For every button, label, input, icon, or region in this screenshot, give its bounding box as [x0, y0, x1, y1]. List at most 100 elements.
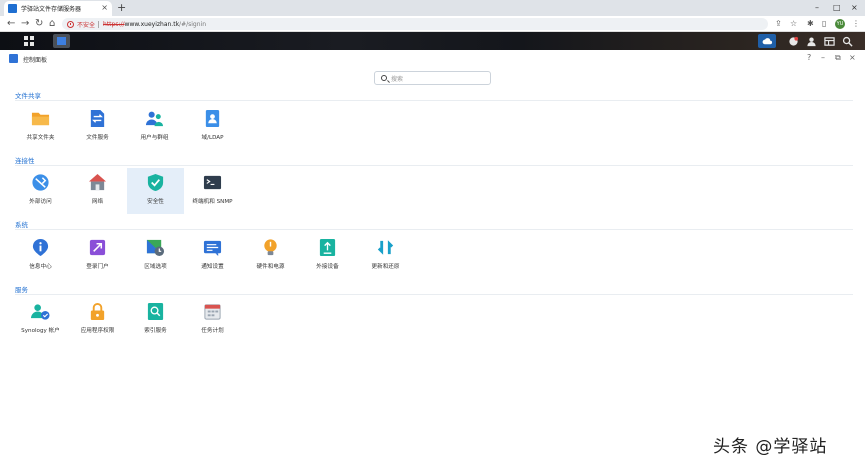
search-input[interactable]: 搜索 [374, 71, 491, 85]
url-divider [98, 20, 100, 28]
menu-icon[interactable]: ⋮ [852, 18, 860, 30]
task-scheduler-icon [204, 304, 221, 320]
maximize-button[interactable]: ⧉ [835, 53, 841, 63]
item-external-devices[interactable]: 外接设备 [299, 233, 356, 279]
item-label: 网络 [91, 199, 104, 205]
hardware-icon [264, 239, 277, 256]
forward-icon[interactable]: → [21, 17, 29, 31]
item-label: 域/LDAP [201, 135, 224, 141]
notification-chat-icon[interactable] [784, 34, 802, 48]
item-label: 文件服务 [86, 135, 109, 141]
item-security[interactable]: 安全性 [127, 168, 184, 214]
search-icon [381, 75, 387, 81]
search-icon[interactable] [838, 34, 856, 48]
item-label: 硬件和电源 [256, 264, 285, 270]
url-host: www.xueyizhan.tk [124, 20, 180, 28]
update-icon [377, 240, 394, 255]
item-notification[interactable]: 通知设置 [184, 233, 241, 279]
item-network[interactable]: 网络 [69, 168, 126, 214]
user-icon[interactable] [802, 34, 820, 48]
insecure-label: 不安全 [77, 21, 96, 29]
window-maximize-button[interactable]: □ [833, 1, 841, 14]
item-label: 外接设备 [316, 264, 339, 270]
folder-icon [31, 112, 50, 126]
dsm-taskbar [0, 32, 865, 50]
item-indexing-service[interactable]: 索引服务 [127, 297, 184, 343]
back-icon[interactable]: ← [7, 17, 15, 31]
item-external-access[interactable]: 外部访问 [12, 168, 69, 214]
extensions-icon[interactable]: ✱ [807, 18, 814, 30]
item-label: 区域选项 [144, 264, 167, 270]
section-title-connectivity: 连接性 [15, 157, 35, 165]
url-path: /#/signin [179, 20, 206, 28]
home-icon[interactable]: ⌂ [49, 17, 55, 31]
item-terminal-snmp[interactable]: 终端机和 SNMP [184, 168, 241, 214]
item-synology-account[interactable]: Synology 帐户 [12, 297, 69, 343]
item-label: Synology 帐户 [21, 328, 60, 334]
section-divider [15, 294, 853, 295]
section-title-services: 服务 [15, 286, 28, 294]
minimize-button[interactable]: – [821, 53, 825, 63]
notification-icon [203, 240, 222, 257]
item-regional-options[interactable]: 区域选项 [127, 233, 184, 279]
url-scheme: https:// [103, 20, 125, 28]
profile-avatar[interactable]: YU [835, 19, 845, 29]
favicon-icon [8, 4, 17, 13]
window-title: 控制面板 [23, 57, 48, 64]
side-panel-icon[interactable]: ▯ [822, 18, 826, 30]
control-panel-window: 控制面板 ? – ⧉ × 搜索 文件共享 共享文件夹 文件服务 用户与群组 域/… [0, 50, 865, 466]
external-device-icon [319, 238, 336, 257]
item-label: 外部访问 [29, 199, 52, 205]
regional-icon [146, 239, 165, 257]
warning-icon [67, 20, 74, 28]
login-portal-icon [89, 239, 106, 256]
url-field[interactable]: 不安全 https:// www.xueyizhan.tk /#/signin [62, 18, 768, 30]
item-app-privileges[interactable]: 应用程序权限 [69, 297, 126, 343]
network-icon [88, 173, 107, 191]
section-divider [15, 229, 853, 230]
item-login-portal[interactable]: 登录门户 [69, 233, 126, 279]
main-menu-icon[interactable] [24, 36, 34, 46]
widgets-icon[interactable] [820, 34, 838, 48]
close-button[interactable]: × [849, 53, 856, 63]
terminal-icon [203, 175, 222, 190]
item-label: 更新和还原 [371, 264, 400, 270]
section-divider [15, 165, 853, 166]
window-minimize-button[interactable]: – [815, 1, 819, 14]
item-file-services[interactable]: 文件服务 [69, 104, 126, 150]
section-divider [15, 100, 853, 101]
search-placeholder: 搜索 [391, 75, 404, 83]
ldap-icon [205, 109, 220, 128]
users-icon [145, 111, 164, 127]
file-services-icon [90, 109, 105, 128]
tab-title: 学驿站文件存储服务器 [21, 6, 82, 13]
item-info-center[interactable]: 信息中心 [12, 233, 69, 279]
item-shared-folder[interactable]: 共享文件夹 [12, 104, 69, 150]
item-hardware-power[interactable]: 硬件和电源 [242, 233, 299, 279]
bookmark-star-icon[interactable]: ☆ [790, 18, 797, 30]
new-tab-button[interactable]: + [117, 1, 126, 14]
item-label: 信息中心 [29, 264, 52, 270]
item-update-restore[interactable]: 更新和还原 [357, 233, 414, 279]
window-close-button[interactable]: × [851, 1, 858, 14]
browser-tab[interactable]: 学驿站文件存储服务器 × [4, 1, 112, 16]
watermark: 头条 @学驿站 [713, 437, 828, 457]
synology-account-icon [31, 304, 50, 320]
address-bar: ← → ↻ ⌂ 不安全 https:// www.xueyizhan.tk /#… [0, 16, 865, 32]
control-panel-icon [9, 54, 18, 63]
backup-cloud-icon[interactable] [758, 34, 776, 48]
item-label: 安全性 [147, 199, 164, 205]
item-users-groups[interactable]: 用户与群组 [126, 104, 183, 150]
section-title-file-sharing: 文件共享 [15, 92, 41, 100]
control-panel-taskbar-icon[interactable] [53, 34, 70, 48]
item-domain-ldap[interactable]: 域/LDAP [184, 104, 241, 150]
reload-icon[interactable]: ↻ [35, 17, 43, 31]
item-label: 通知设置 [201, 264, 224, 270]
share-icon[interactable]: ⇪ [775, 18, 782, 30]
item-task-scheduler[interactable]: 任务计划 [184, 297, 241, 343]
item-label: 用户与群组 [140, 135, 169, 141]
help-button[interactable]: ? [807, 53, 811, 63]
item-label: 登录门户 [86, 264, 109, 270]
tab-close-icon[interactable]: × [101, 3, 108, 12]
browser-tab-bar: 学驿站文件存储服务器 × + – □ × [0, 0, 865, 16]
